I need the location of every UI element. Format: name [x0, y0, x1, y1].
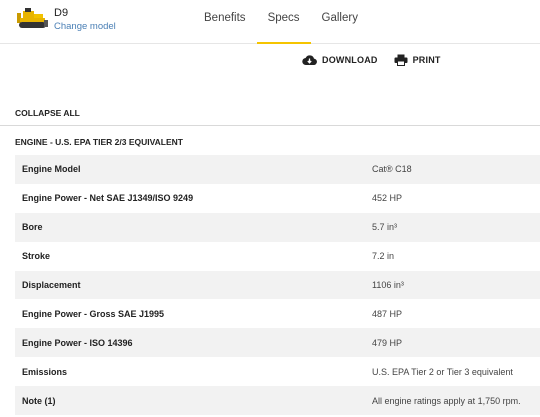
download-label: DOWNLOAD	[322, 55, 378, 65]
model-selector[interactable]: D9 Change model	[14, 6, 116, 32]
page-header: D9 Change model Benefits Specs Gallery	[0, 0, 540, 44]
tab-benefits[interactable]: Benefits	[193, 0, 257, 44]
table-row: Note (1) All engine ratings apply at 1,7…	[15, 386, 540, 416]
table-row: Engine Power - ISO 14396 479 HP	[15, 328, 540, 358]
spec-label: Stroke	[22, 251, 51, 262]
spec-label: Engine Model	[22, 164, 81, 175]
spec-table: Engine Model Cat® C18 Engine Power - Net…	[15, 155, 540, 416]
change-model-link[interactable]: Change model	[54, 22, 116, 32]
cloud-download-icon	[302, 55, 317, 66]
spec-value: 479 HP	[372, 337, 403, 348]
spec-value: 452 HP	[372, 193, 403, 204]
collapse-all-button[interactable]: COLLAPSE ALL	[15, 108, 80, 118]
spec-value: 1106 in³	[372, 280, 404, 290]
spec-label: Bore	[22, 222, 43, 233]
spec-label: Note (1)	[22, 395, 56, 406]
spec-label: Emissions	[22, 366, 68, 377]
model-name: D9	[54, 7, 69, 19]
tab-bar: Benefits Specs Gallery	[193, 0, 369, 44]
spec-value: Cat® C18	[372, 164, 412, 175]
table-row: Engine Model Cat® C18	[15, 155, 540, 184]
table-row: Engine Power - Gross SAE J1995 487 HP	[15, 299, 540, 329]
spec-value: 487 HP	[372, 308, 403, 319]
spec-label: Engine Power - Gross SAE J1995	[22, 308, 165, 319]
table-row: Bore 5.7 in³	[15, 212, 540, 242]
divider	[0, 125, 540, 126]
action-bar: DOWNLOAD PRINT	[302, 54, 457, 66]
table-row: Engine Power - Net SAE J1349/ISO 9249 45…	[15, 183, 540, 213]
spec-label: Displacement	[22, 280, 81, 290]
spec-value: 7.2 in	[372, 251, 395, 262]
tab-specs[interactable]: Specs	[256, 0, 311, 44]
print-label: PRINT	[412, 55, 441, 65]
spec-label: Engine Power - ISO 14396	[22, 337, 133, 348]
printer-icon	[394, 54, 408, 66]
tab-gallery[interactable]: Gallery	[311, 0, 369, 44]
spec-value: 5.7 in³	[372, 222, 398, 233]
spec-value: U.S. EPA Tier 2 or Tier 3 equivalent	[372, 366, 513, 377]
table-row: Emissions U.S. EPA Tier 2 or Tier 3 equi…	[15, 357, 540, 387]
print-button[interactable]: PRINT	[394, 54, 441, 66]
spec-label: Engine Power - Net SAE J1349/ISO 9249	[22, 193, 194, 204]
download-button[interactable]: DOWNLOAD	[302, 54, 378, 66]
table-row: Displacement 1106 in³	[15, 270, 540, 300]
spec-value: All engine ratings apply at 1,750 rpm.	[372, 395, 521, 406]
section-title-engine[interactable]: ENGINE - U.S. EPA TIER 2/3 EQUIVALENT	[15, 137, 183, 147]
table-row: Stroke 7.2 in	[15, 241, 540, 271]
bulldozer-thumbnail-icon	[14, 6, 50, 32]
